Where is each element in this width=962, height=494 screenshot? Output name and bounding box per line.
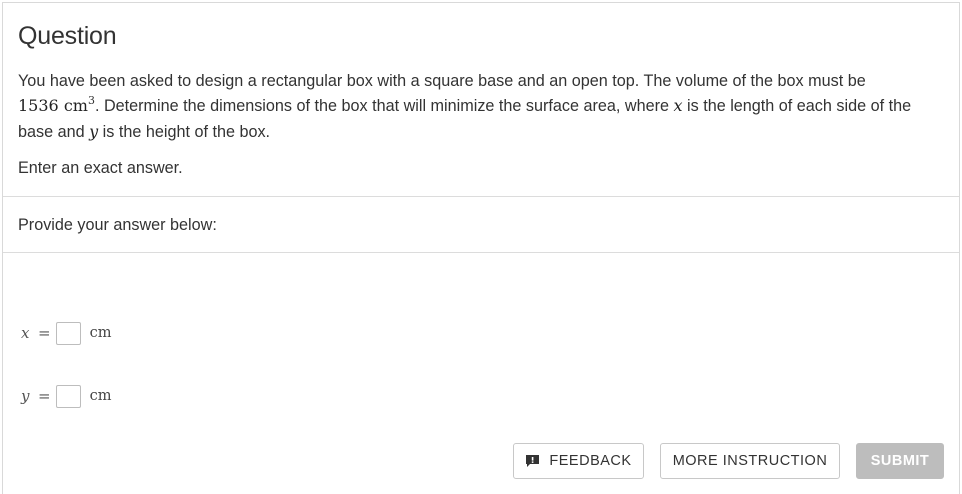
question-section: Question You have been asked to design a…	[3, 3, 959, 197]
question-instruction: Enter an exact answer.	[18, 159, 183, 177]
answer-y-equals: =	[38, 387, 51, 405]
more-instruction-button[interactable]: MORE INSTRUCTION	[660, 443, 840, 479]
feedback-icon	[525, 454, 540, 468]
question-card: Question You have been asked to design a…	[2, 2, 960, 494]
submit-button[interactable]: SUBMIT	[856, 443, 944, 479]
answer-row-y: y = cm	[21, 384, 111, 408]
answer-x-equals: =	[38, 324, 51, 342]
feedback-button-label: FEEDBACK	[549, 453, 632, 469]
submit-button-label: SUBMIT	[870, 453, 930, 469]
answer-x-unit: cm	[89, 325, 112, 341]
question-title: Question	[18, 22, 117, 50]
question-text: You have been asked to design a rectangu…	[18, 69, 943, 145]
answer-x-variable: x	[21, 324, 30, 342]
answer-y-input[interactable]	[55, 384, 81, 408]
feedback-button[interactable]: FEEDBACK	[513, 443, 644, 479]
variable-y: y	[89, 122, 99, 141]
volume-unit: cm	[63, 95, 88, 115]
volume-value: 1536	[18, 95, 59, 115]
volume-exponent: 3	[87, 93, 95, 107]
answer-row-x: x = cm	[21, 321, 111, 345]
question-text-part4: is the height of the box.	[102, 123, 271, 141]
answer-y-unit: cm	[89, 388, 112, 404]
more-instruction-button-label: MORE INSTRUCTION	[672, 453, 828, 469]
answer-y-variable: y	[21, 387, 30, 405]
question-text-part1: You have been asked to design a rectangu…	[18, 72, 866, 90]
answer-x-input[interactable]	[55, 321, 81, 345]
answer-prompt-section: Provide your answer below:	[3, 197, 959, 253]
answer-prompt-label: Provide your answer below:	[18, 216, 217, 234]
question-text-part2: . Determine the dimensions of the box th…	[94, 96, 669, 115]
variable-x: x	[673, 95, 683, 115]
